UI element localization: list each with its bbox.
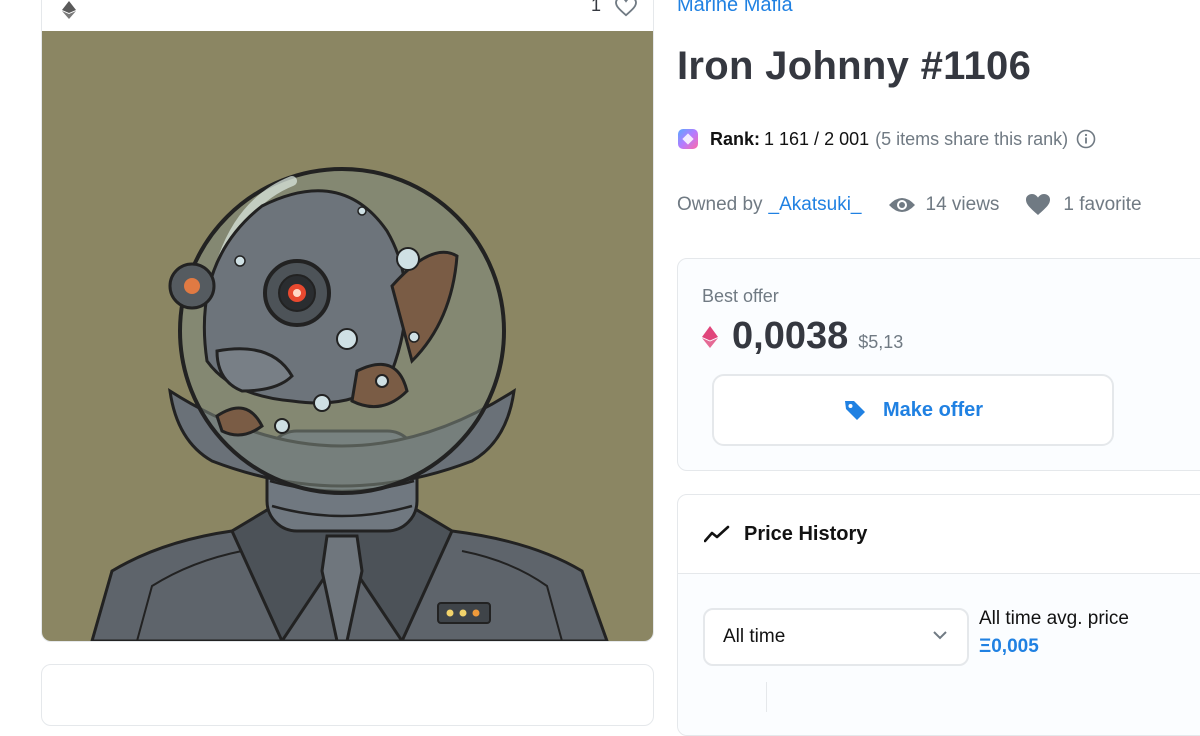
rank-label: Rank: [710,128,761,149]
owner-link[interactable]: _Akatsuki_ [769,194,862,216]
time-range-select[interactable]: All time [703,608,969,666]
price-history-header[interactable]: Price History [678,495,1200,574]
price-history-title: Price History [744,522,868,545]
rank-share-note: (5 items share this rank) [875,128,1069,149]
best-offer-usd: $5,13 [858,332,904,352]
chevron-down-icon [933,631,947,640]
price-history-body: All time All time avg. price Ξ0,005 [678,574,1200,735]
item-media-card: 1 [41,0,654,642]
nft-artwork[interactable] [42,31,653,641]
make-offer-label: Make offer [882,398,984,421]
collection-link[interactable]: Marine Mafia [677,0,793,17]
make-offer-button[interactable]: Make offer [712,374,1114,446]
ethereum-icon [62,1,76,19]
rarity-gem-icon [678,129,698,149]
eye-icon [888,198,915,212]
price-history-card: Price History All time All time avg. pri… [677,494,1200,736]
best-offer-card: Best offer 0,0038 $5,13 Make offer [677,258,1200,471]
best-offer-label: Best offer [702,286,779,306]
avg-price-value: Ξ0,005 [979,636,1039,657]
tag-icon [844,401,865,420]
owned-by-label: Owned by [677,194,763,215]
favorite-count: 1 [590,0,601,15]
nft-artwork-illustration [90,167,609,641]
ownership-row: Owned by _Akatsuki_ 14 views 1 favorite [677,191,1142,219]
ethereum-icon [702,325,718,348]
media-card-header: 1 [42,0,653,32]
trend-icon [704,525,730,543]
rank-row: Rank: 1 161 / 2 001 (5 items share this … [677,126,1096,152]
rank-value: 1 161 / 2 001 [764,128,870,149]
views-count: 14 views [925,194,1000,215]
best-offer-price-row: 0,0038 $5,13 [702,315,903,358]
heart-icon [1026,194,1051,215]
info-icon[interactable] [1076,129,1096,149]
chart-divider [766,682,767,712]
item-title: Iron Johnny #1106 [677,44,1032,88]
heart-icon[interactable] [615,0,637,17]
favorites-count: 1 favorite [1063,194,1142,215]
item-details-card [41,664,654,726]
best-offer-price: 0,0038 [732,315,849,357]
time-range-value: All time [723,626,786,647]
avg-price-label: All time avg. price [979,608,1129,629]
